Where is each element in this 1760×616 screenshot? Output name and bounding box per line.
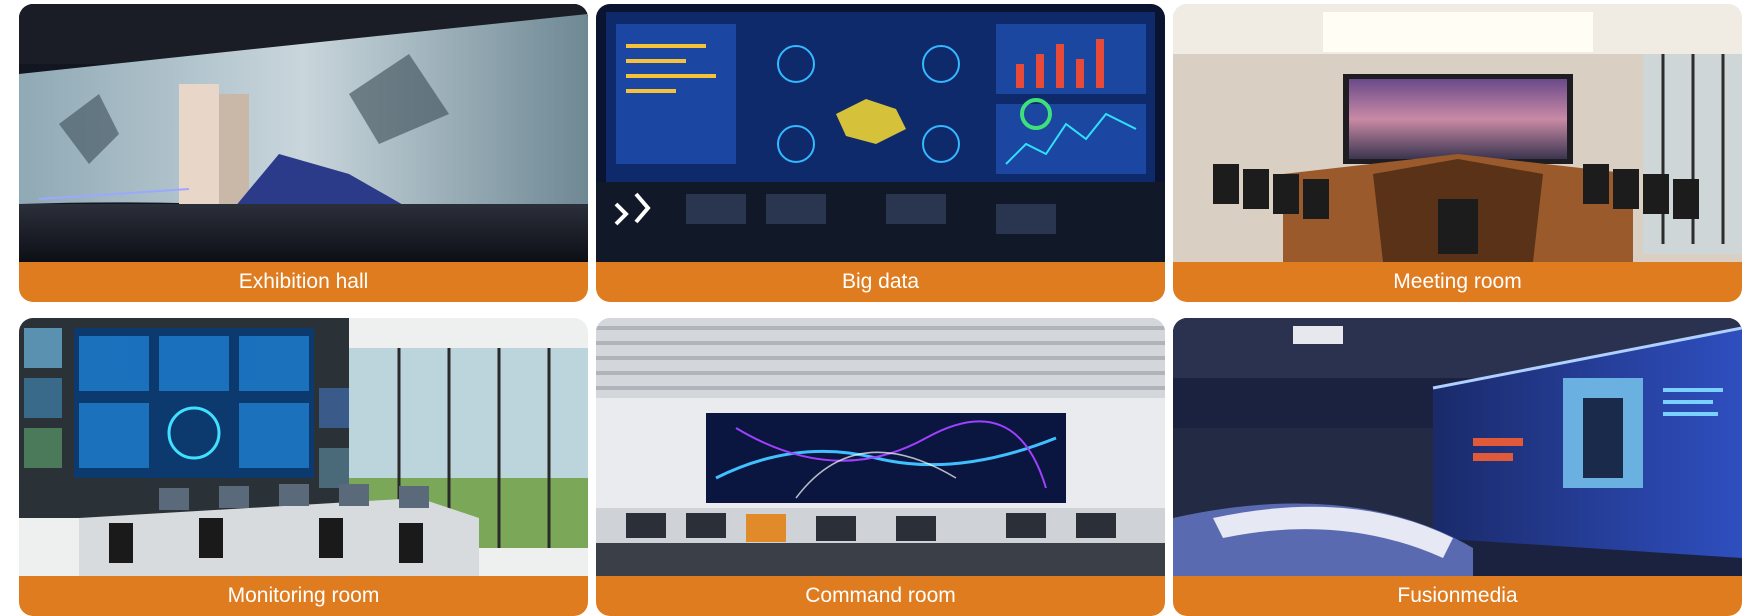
scenario-card-big-data[interactable]: Big data (596, 4, 1165, 302)
scenario-caption: Exhibition hall (19, 262, 588, 302)
scenario-caption: Command room (596, 576, 1165, 616)
monitoring-room-photo (19, 318, 588, 576)
scenario-card-meeting-room[interactable]: Meeting room (1173, 4, 1742, 302)
scenario-caption: Fusionmedia (1173, 576, 1742, 616)
scenario-card-fusionmedia[interactable]: Fusionmedia (1173, 318, 1742, 616)
exhibition-hall-photo (19, 4, 588, 262)
scenario-card-monitoring-room[interactable]: Monitoring room (19, 318, 588, 616)
scenario-card-command-room[interactable]: Command room (596, 318, 1165, 616)
scenario-card-exhibition-hall[interactable]: Exhibition hall (19, 4, 588, 302)
meeting-room-photo (1173, 4, 1742, 262)
command-room-photo (596, 318, 1165, 576)
scenario-caption: Meeting room (1173, 262, 1742, 302)
scenario-caption: Monitoring room (19, 576, 588, 616)
fusionmedia-photo (1173, 318, 1742, 576)
big-data-photo (596, 4, 1165, 262)
scenario-caption: Big data (596, 262, 1165, 302)
